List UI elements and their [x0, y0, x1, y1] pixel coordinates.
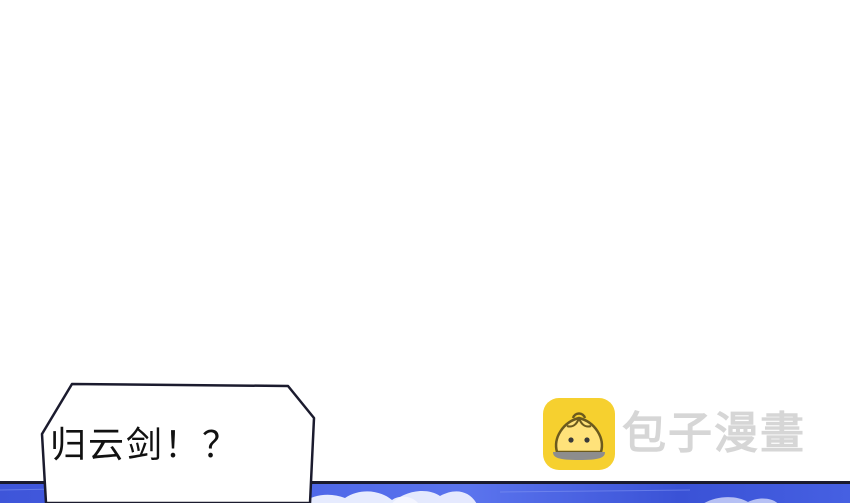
steamed-bun-icon: [543, 398, 615, 470]
comic-panel: 归云剑！？ 包子漫畫: [0, 0, 850, 503]
watermark-text: 包子漫畫: [622, 408, 806, 459]
site-watermark: 包子漫畫: [543, 398, 833, 470]
dialogue-text: 归云剑！？: [50, 425, 241, 466]
